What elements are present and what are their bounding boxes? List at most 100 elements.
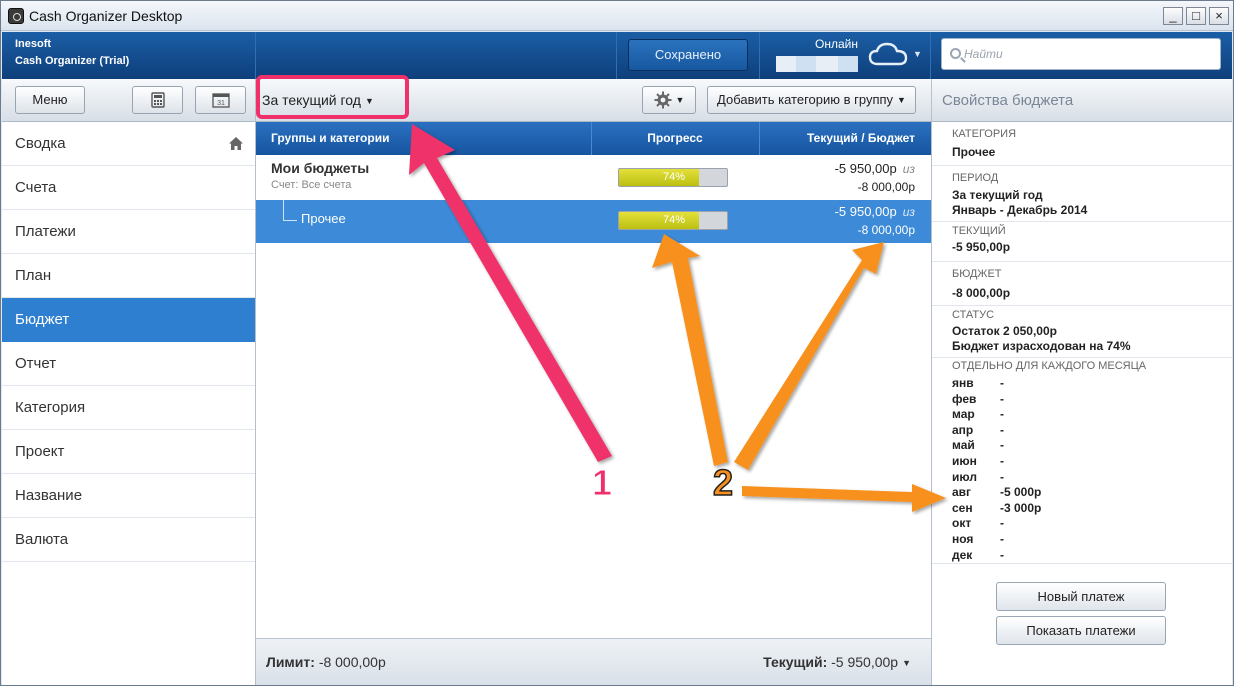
- property-status: СТАТУС Остаток 2 050,00р Бюджет израсход…: [932, 306, 1232, 358]
- budget-table: Группы и категории Прогресс Текущий / Бю…: [256, 122, 931, 685]
- month-value: -: [1000, 391, 1004, 406]
- progress-bar: 74%: [618, 168, 728, 187]
- month-value: -: [1000, 407, 1004, 422]
- sidebar-item-project[interactable]: Проект: [2, 430, 255, 474]
- column-header-current-budget[interactable]: Текущий / Бюджет: [807, 122, 915, 155]
- month-label: сен: [952, 500, 973, 515]
- product-name: Cash Organizer (Trial): [15, 55, 130, 67]
- sidebar-item-category[interactable]: Категория: [2, 386, 255, 430]
- divider: [931, 79, 932, 122]
- month-value: -: [1000, 422, 1004, 437]
- tree-connector: [283, 200, 297, 221]
- month-value: -3 000р: [1000, 500, 1042, 515]
- sidebar-item-budget[interactable]: Бюджет: [2, 298, 255, 342]
- show-payments-button[interactable]: Показать платежи: [996, 616, 1166, 645]
- search-box[interactable]: [941, 38, 1221, 70]
- sidebar-item-summary[interactable]: Сводка: [2, 122, 255, 166]
- online-status-bar: [776, 56, 858, 72]
- group-name: Мои бюджеты: [271, 160, 370, 176]
- online-label: Онлайн: [815, 37, 858, 51]
- properties-title: Свойства бюджета: [942, 92, 1074, 109]
- divider: [759, 122, 760, 155]
- current-amount: -5 950,00р из: [834, 161, 915, 176]
- window-title: Cash Organizer Desktop: [29, 8, 183, 24]
- maximize-button[interactable]: □: [1186, 7, 1206, 25]
- current-amount: -5 950,00р из: [834, 204, 915, 219]
- sidebar: Сводка Счета Платежи План Бюджет Отчет К…: [2, 122, 256, 685]
- search-input[interactable]: [964, 45, 1214, 63]
- table-footer: Лимит: -8 000,00р Текущий: -5 950,00р ▼: [256, 638, 931, 685]
- settings-button[interactable]: ▼: [642, 86, 696, 114]
- current-summary[interactable]: Текущий: -5 950,00р ▼: [763, 654, 911, 670]
- add-category-button[interactable]: Добавить категорию в группу ▼: [707, 86, 916, 114]
- limit-summary: Лимит: -8 000,00р: [266, 654, 386, 670]
- brand: Inesoft Cash Organizer (Trial): [2, 32, 256, 79]
- sidebar-item-currency[interactable]: Валюта: [2, 518, 255, 562]
- app-header: Inesoft Cash Organizer (Trial) Сохранено…: [2, 32, 1232, 79]
- period-label: За текущий год: [262, 92, 361, 108]
- saved-button[interactable]: Сохранено: [628, 39, 748, 71]
- month-label: июн: [952, 454, 977, 468]
- property-budget: БЮДЖЕТ -8 000,00р: [932, 262, 1232, 306]
- property-period: ПЕРИОД За текущий год Январь - Декабрь 2…: [932, 166, 1232, 222]
- home-icon[interactable]: [229, 137, 243, 150]
- sidebar-item-name[interactable]: Название: [2, 474, 255, 518]
- gear-icon: [654, 91, 672, 109]
- sidebar-item-accounts[interactable]: Счета: [2, 166, 255, 210]
- month-label: фев: [952, 391, 977, 406]
- month-label: июл: [952, 469, 977, 484]
- table-header: Группы и категории Прогресс Текущий / Бю…: [256, 122, 931, 155]
- month-value: -: [1000, 438, 1004, 453]
- app-window: Cash Organizer Desktop _ □ × Inesoft Cas…: [0, 0, 1234, 686]
- month-label: май: [952, 438, 975, 453]
- minimize-button[interactable]: _: [1163, 7, 1183, 25]
- calendar-button[interactable]: 31: [195, 86, 246, 114]
- calculator-button[interactable]: [132, 86, 183, 114]
- progress-bar: 74%: [618, 211, 728, 230]
- cloud-menu-caret[interactable]: ▼: [913, 49, 922, 59]
- month-value: -: [1000, 516, 1004, 531]
- add-category-label: Добавить категорию в группу: [717, 92, 894, 107]
- sidebar-item-payments[interactable]: Платежи: [2, 210, 255, 254]
- calendar-icon: 31: [211, 93, 230, 108]
- divider: [255, 79, 256, 122]
- property-current: ТЕКУЩИЙ -5 950,00р: [932, 222, 1232, 262]
- menu-button[interactable]: Меню: [15, 86, 85, 114]
- title-bar: Cash Organizer Desktop _ □ ×: [1, 1, 1233, 31]
- calculator-icon: [150, 92, 165, 108]
- month-label: авг: [952, 485, 972, 500]
- divider: [759, 32, 760, 79]
- table-row[interactable]: Мои бюджеты Счет: Все счета 74% -5 950,0…: [256, 155, 931, 200]
- new-payment-button[interactable]: Новый платеж: [996, 582, 1166, 611]
- sidebar-item-report[interactable]: Отчет: [2, 342, 255, 386]
- month-value: -: [1000, 547, 1004, 562]
- company-name: Inesoft: [15, 38, 52, 50]
- svg-text:31: 31: [217, 100, 225, 107]
- group-account: Счет: Все счета: [271, 179, 352, 191]
- month-label: ноя: [952, 532, 974, 546]
- properties-panel: КАТЕГОРИЯ Прочее ПЕРИОД За текущий год Я…: [931, 122, 1232, 685]
- divider: [930, 32, 931, 79]
- cloud-icon[interactable]: [868, 41, 908, 67]
- month-value: -: [1000, 469, 1004, 484]
- month-value: -: [1000, 454, 1004, 468]
- sidebar-item-plan[interactable]: План: [2, 254, 255, 298]
- property-category: КАТЕГОРИЯ Прочее: [932, 122, 1232, 166]
- column-header-groups[interactable]: Группы и категории: [271, 122, 389, 155]
- budget-amount: -8 000,00р: [857, 180, 915, 194]
- month-value: -: [1000, 376, 1004, 390]
- app-icon: [8, 8, 24, 24]
- table-row[interactable]: Прочее 74% -5 950,00р из -8 000,00р: [256, 200, 931, 243]
- divider: [616, 32, 617, 79]
- progress-label: 74%: [662, 171, 686, 183]
- period-dropdown[interactable]: За текущий год ▼: [262, 86, 374, 114]
- month-label: мар: [952, 407, 975, 422]
- budget-amount: -8 000,00р: [857, 223, 915, 237]
- property-monthly: ОТДЕЛЬНО ДЛЯ КАЖДОГО МЕСЯЦА янв - фев - ма…: [932, 358, 1232, 564]
- close-button[interactable]: ×: [1209, 7, 1229, 25]
- search-icon: [950, 48, 961, 59]
- column-header-progress[interactable]: Прогресс: [591, 122, 759, 155]
- category-name: Прочее: [301, 211, 346, 226]
- month-label: янв: [952, 376, 974, 390]
- month-value: -: [1000, 532, 1004, 546]
